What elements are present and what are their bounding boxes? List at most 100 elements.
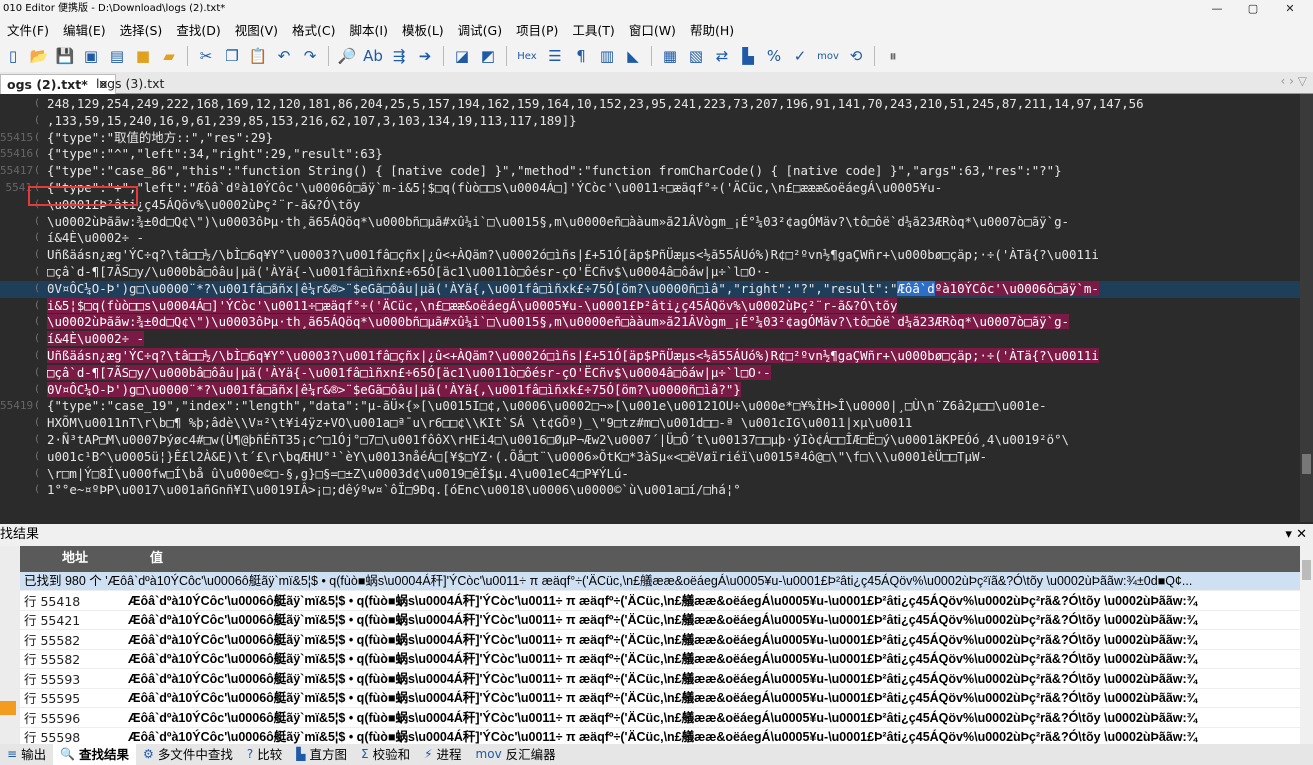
code-line[interactable]: 5541({"type":"+","left":"Æôâ`dºà10ÝCôc'\… <box>0 180 1300 197</box>
code-line[interactable]: 55417({"type":"case_86","this":"function… <box>0 163 1300 180</box>
hex-toggle[interactable]: Hex <box>514 45 540 67</box>
fold-marker-icon[interactable]: ( <box>34 449 40 466</box>
find-result-row[interactable]: 行 55593 Æôâ`dºà10ÝCôc'\u0006ô艇ãÿ`mï&5¦$ •… <box>20 670 1300 689</box>
find-result-row[interactable]: 行 55421 Æôâ`dºà10ÝCôc'\u0006ô艇ãÿ`mï&5¦$ •… <box>20 611 1300 630</box>
panel-tab-histogram[interactable]: ▙ 直方图 <box>289 744 354 765</box>
menu-item[interactable]: 项目(P) <box>509 20 565 39</box>
code-line[interactable]: (\u0001£Þ²âti¿ç45ÁQöv%\u0002ùÞç²¨r-ã&?Ó\… <box>0 197 1300 214</box>
save-as-icon[interactable]: ▣ <box>80 45 102 67</box>
panel-tab-find-results[interactable]: 🔍 查找结果 <box>53 744 137 765</box>
close-window-button[interactable]: ✕ <box>1270 0 1310 18</box>
fold-marker-icon[interactable]: ( <box>34 415 40 432</box>
scroll-thumb[interactable] <box>1302 454 1311 474</box>
goto-icon[interactable]: ➔ <box>414 45 436 67</box>
code-line[interactable]: 55416({"type":"^","left":34,"right":29,"… <box>0 146 1300 163</box>
fold-marker-icon[interactable]: ( <box>34 365 40 382</box>
fold-marker-icon[interactable]: ( <box>34 314 40 331</box>
editor-scrollbar[interactable] <box>1300 94 1313 522</box>
template-icon[interactable]: ▧ <box>685 45 707 67</box>
fold-marker-icon[interactable]: ( <box>34 230 40 247</box>
fold-marker-icon[interactable]: ( <box>34 298 40 315</box>
fold-marker-icon[interactable]: ( <box>34 180 40 197</box>
find-result-row[interactable]: 行 55596 Æôâ`dºà10ÝCôc'\u0006ô艇ãÿ`mï&5¦$ •… <box>20 709 1300 728</box>
code-line[interactable]: (í&4È\u0002÷ - <box>0 230 1300 247</box>
scroll-thumb[interactable] <box>1302 560 1311 580</box>
menu-item[interactable]: 窗口(W) <box>622 20 683 39</box>
panel-tab-disassembler[interactable]: mov 反汇编器 <box>469 744 563 765</box>
compare-icon[interactable]: ⇄ <box>711 45 733 67</box>
menu-item[interactable]: 调试(G) <box>451 20 509 39</box>
bookmark-next-icon[interactable]: ◩ <box>477 45 499 67</box>
code-line[interactable]: (0V¤ÔC¼O-Þ')g□\u0000¨*?\u001fâ□ãñx|ê¼r&®… <box>0 280 1300 298</box>
menu-item[interactable]: 帮助(H) <box>683 20 741 39</box>
code-line[interactable]: 55415({"type":"取值的地方::","res":29} <box>0 130 1300 147</box>
fold-marker-icon[interactable]: ( <box>34 331 40 348</box>
fold-marker-icon[interactable]: ( <box>34 482 40 499</box>
fold-marker-icon[interactable]: ( <box>34 382 40 399</box>
code-line[interactable]: (Uñßäásn¿æg'ÝC÷q?\tâ□□½/\bÌ□6q¥Y°\u0003?… <box>0 348 1300 365</box>
menu-item[interactable]: 格式(C) <box>285 20 342 39</box>
fold-marker-icon[interactable]: ( <box>34 264 40 281</box>
find-result-row[interactable]: 行 55418 Æôâ`dºà10ÝCôc'\u0006ô艇ãÿ`mï&5¦$ •… <box>20 592 1300 611</box>
replace-icon[interactable]: Ab <box>362 45 384 67</box>
find-results-list[interactable]: 已找到 980 个 'Æôâ`dºà10ÝCôc'\u0006ô艇ãÿ`mï&5… <box>20 572 1300 744</box>
menu-item[interactable]: 工具(T) <box>565 20 621 39</box>
cut-icon[interactable]: ✂ <box>195 45 217 67</box>
menu-item[interactable]: 编辑(E) <box>56 20 113 39</box>
find-result-row[interactable]: 行 55582 Æôâ`dºà10ÝCôc'\u0006ô艇ãÿ`mï&5¦$ •… <box>20 650 1300 669</box>
redo-icon[interactable]: ↷ <box>299 45 321 67</box>
fold-marker-icon[interactable]: ( <box>34 247 40 264</box>
pause-icon[interactable]: ⏸ <box>882 45 904 67</box>
menu-item[interactable]: 模板(L) <box>395 20 451 39</box>
show-whitespace-icon[interactable]: ¶ <box>570 45 592 67</box>
fold-marker-icon[interactable]: ( <box>34 163 40 180</box>
highlight-icon[interactable]: ◣ <box>622 45 644 67</box>
fold-marker-icon[interactable]: ( <box>34 348 40 365</box>
code-line[interactable]: (1°°e~¤ºÞP\u0017\u001añGnñ¥I\u0019IÂ>¡□;… <box>0 482 1300 499</box>
code-line[interactable]: (\r□m|Ý□8Í\u000fw□Í\bå û\u000e©□-§,g}□§=… <box>0 466 1300 483</box>
columns-icon[interactable]: ▥ <box>596 45 618 67</box>
copy-icon[interactable]: ❐ <box>221 45 243 67</box>
open-file-icon[interactable]: 📂 <box>28 45 50 67</box>
panel-tab-find-in-files[interactable]: ⚙ 多文件中查找 <box>136 744 240 765</box>
code-line[interactable]: (HXÕM\u0011nT\r\b□¶ %þ;âdè\\V¤²\t¥i4ÿz+V… <box>0 415 1300 432</box>
histogram-icon[interactable]: ▙ <box>737 45 759 67</box>
code-line[interactable]: (,133,59,15,240,16,9,61,239,85,153,216,6… <box>0 113 1300 130</box>
column-address[interactable]: 地址 <box>62 546 88 572</box>
panel-tab-compare[interactable]: ? 比较 <box>240 744 289 765</box>
menu-item[interactable]: 文件(F) <box>0 20 56 39</box>
find-result-row[interactable]: 行 55598 Æôâ`dºà10ÝCôc'\u0006ô艇ãÿ`mï&5¦$ •… <box>20 728 1300 744</box>
panel-tab-checksum[interactable]: Σ 校验和 <box>354 744 417 765</box>
close-panel-button[interactable]: ▾ ✕ <box>1285 524 1307 546</box>
column-value[interactable]: 值 <box>150 546 163 572</box>
save-icon[interactable]: 💾 <box>54 45 76 67</box>
menu-item[interactable]: 选择(S) <box>113 20 170 39</box>
new-file-icon[interactable]: ▯ <box>2 45 24 67</box>
find-icon[interactable]: 🔎 <box>336 45 358 67</box>
code-line[interactable]: (i&5¦$□q(fùò□□s\u0004Á□]'ÝCòc'\u0011÷□æä… <box>0 297 1300 315</box>
find-results-scrollbar[interactable] <box>1300 546 1313 744</box>
minimize-button[interactable]: — <box>1197 0 1237 18</box>
code-line[interactable]: (□çâ`d-¶[7ÃS□y/\u000bâ□ôâu|µä('ÀYä{-\u00… <box>0 264 1300 281</box>
percent-icon[interactable]: % <box>763 45 785 67</box>
fold-marker-icon[interactable]: ( <box>34 146 40 163</box>
save-all-icon[interactable]: ▤ <box>106 45 128 67</box>
find-result-row[interactable]: 行 55595 Æôâ`dºà10ÝCôc'\u0006ô艇ãÿ`mï&5¦$ •… <box>20 689 1300 708</box>
undo-icon[interactable]: ↶ <box>273 45 295 67</box>
fold-marker-icon[interactable]: ( <box>34 466 40 483</box>
code-line[interactable]: (2·Ñ³tAP□M\u0007Þýøc4#□w(Ù¶@þñÉñT35¡c^□1… <box>0 432 1300 449</box>
paste-icon[interactable]: 📋 <box>247 45 269 67</box>
code-line[interactable]: (248,129,254,249,222,168,169,12,120,181,… <box>0 96 1300 113</box>
fold-marker-icon[interactable]: ( <box>34 432 40 449</box>
fold-marker-icon[interactable]: ( <box>34 214 40 231</box>
fold-marker-icon[interactable]: ( <box>34 96 40 113</box>
code-line[interactable]: (í&4È\u0002÷ - <box>0 331 1300 348</box>
panel-tab-output[interactable]: ≡ 输出 <box>0 744 53 765</box>
calculator-icon[interactable]: ▦ <box>659 45 681 67</box>
menu-item[interactable]: 查找(D) <box>169 20 227 39</box>
code-line[interactable]: (u001c¹B^\u0005ü¦}Ê£l2À&E)\t´£\r\bqÆHU°¹… <box>0 449 1300 466</box>
text-editor[interactable]: (248,129,254,249,222,168,169,12,120,181,… <box>0 94 1300 522</box>
bookmark-icon[interactable]: ◪ <box>451 45 473 67</box>
open-folder-icon[interactable]: ■ <box>132 45 154 67</box>
fold-marker-icon[interactable]: ( <box>34 281 40 298</box>
